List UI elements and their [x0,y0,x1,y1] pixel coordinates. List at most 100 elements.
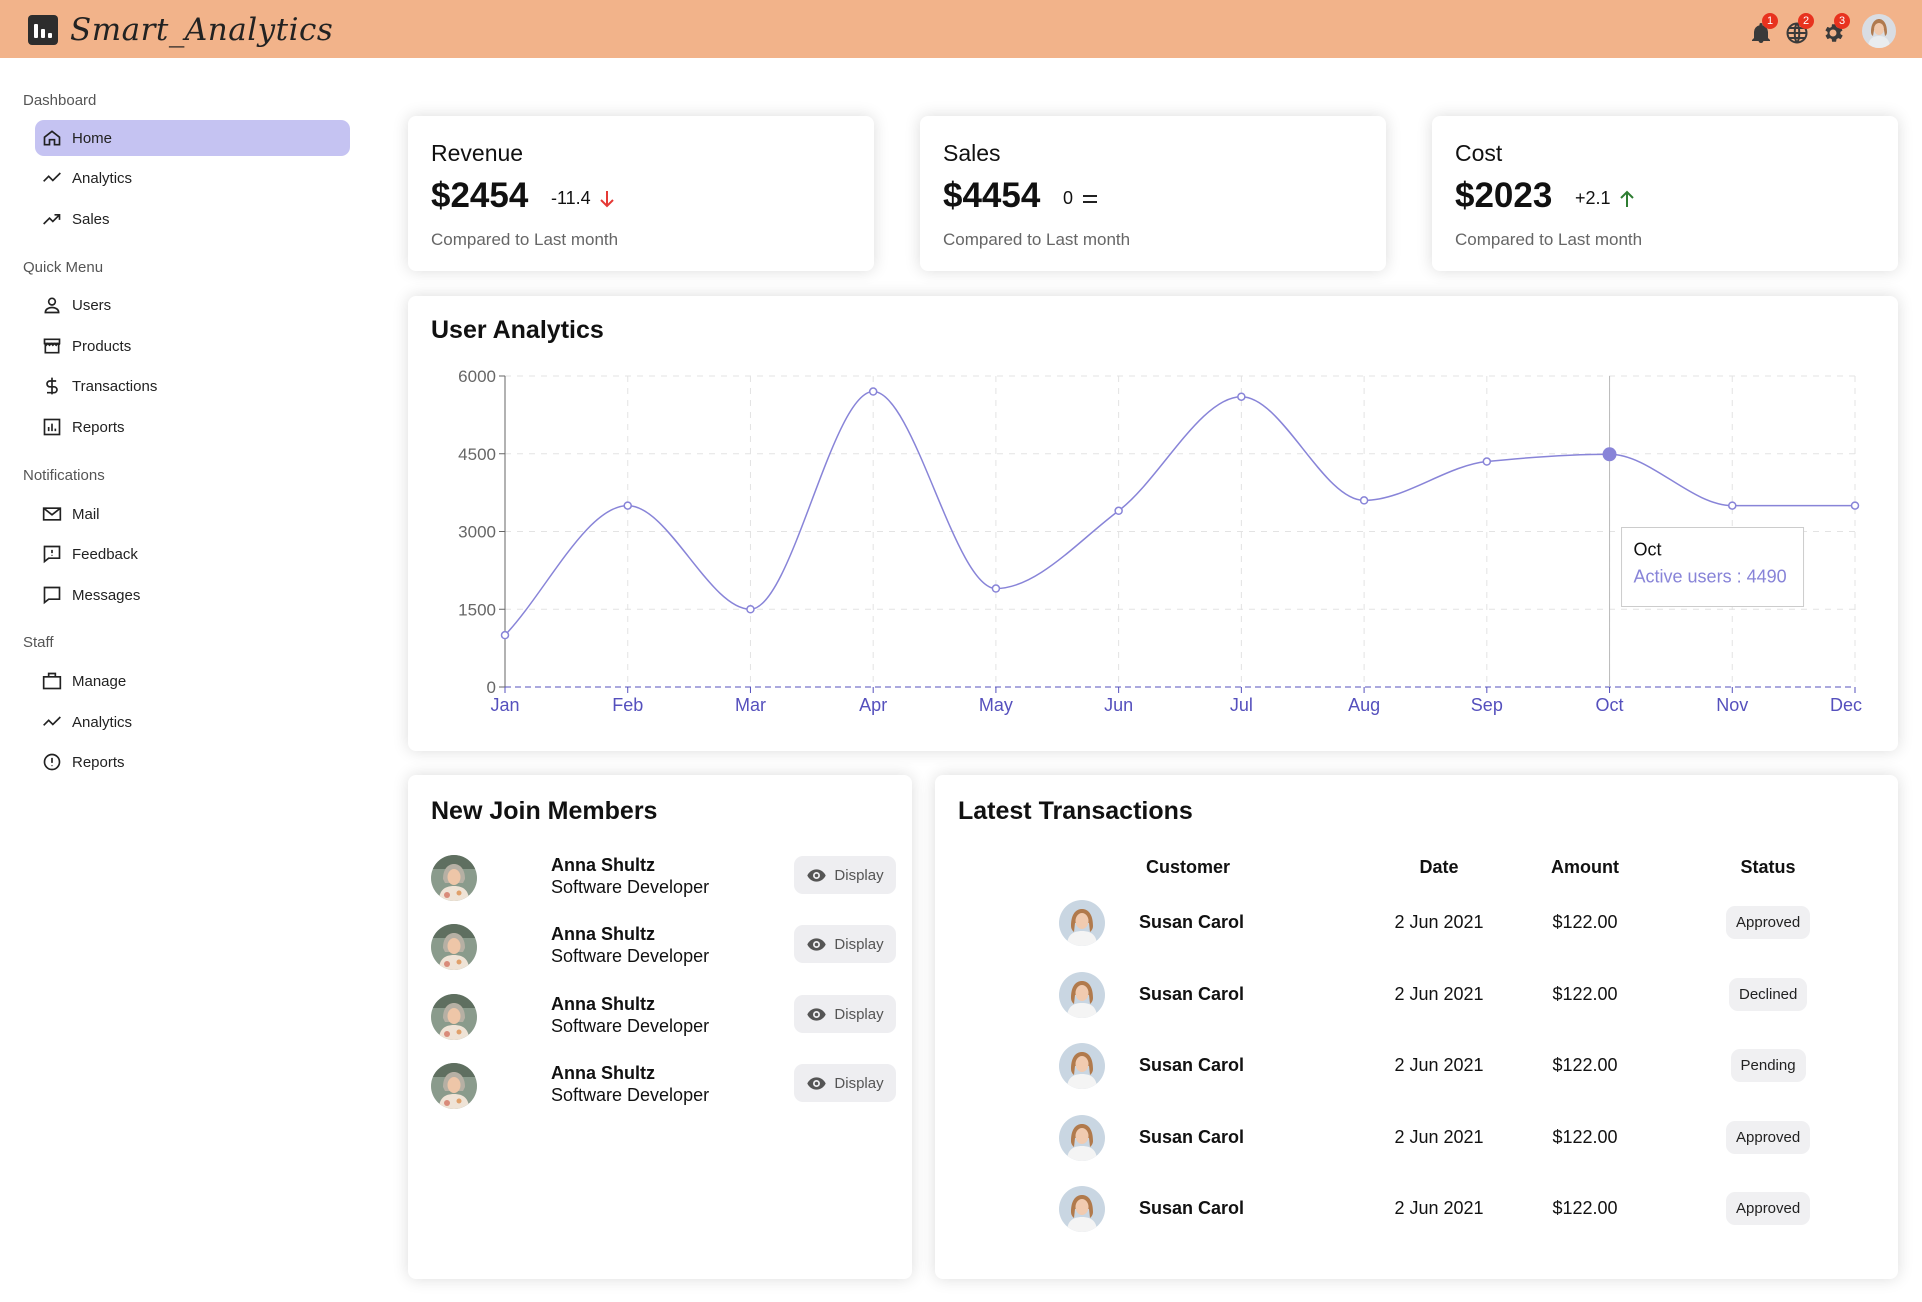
user-analytics-chart[interactable]: 01500300045006000Jan Feb Mar Apr May Jun Jul Au… [408,296,1898,751]
status-badge[interactable]: Approved [1726,1121,1811,1154]
kpi-value: $4454 [943,176,1041,215]
home-icon [43,130,61,146]
display-button[interactable]: Display [794,856,896,894]
transaction-amount: $122.00 [1552,1127,1618,1147]
alert-circle-icon [43,753,61,771]
data-point[interactable] [868,387,878,396]
store-icon [43,338,61,354]
display-button[interactable]: Display [794,1064,896,1102]
transaction-amount: $122.00 [1552,912,1618,932]
topbar: Smart_Analytics 1 2 3 [0,0,1922,58]
x-tick-label: Dec [1830,695,1862,715]
member-name: Anna Shultz [551,1063,655,1083]
bell-icon[interactable]: 1 [1748,13,1778,45]
notification-badge: 1 [1762,13,1778,29]
sidebar-item-products[interactable]: Products [35,328,350,364]
transaction-date: 2 Jun 2021 [1394,984,1484,1004]
transaction-date: 2 Jun 2021 [1394,1055,1484,1075]
avatar [431,924,477,970]
x-tick-label: Mar [735,695,766,715]
display-button[interactable]: Display [794,925,896,963]
eye-icon [807,1076,827,1090]
sidebar-item-label: Manage [72,672,127,690]
avatar[interactable] [1862,14,1896,48]
gear-icon[interactable]: 3 [1820,13,1850,45]
topbar-icons: 1 2 3 [1748,13,1896,48]
data-point[interactable] [500,630,510,640]
member-list-item: Anna Shultz Software Developer Display [431,1061,896,1111]
customer-name: Susan Carol [1139,912,1245,932]
data-point[interactable] [1482,457,1492,466]
data-point-active[interactable] [1602,447,1617,462]
sidebar-item-reports[interactable]: Reports [35,409,350,445]
notification-badge: 2 [1798,13,1814,29]
kpi-delta-value: 0 [1063,188,1074,208]
message-icon [43,586,61,605]
panel-title: New Join Members [431,797,658,825]
data-point[interactable] [1359,496,1369,505]
sidebar-item-label: Analytics [72,169,133,187]
transaction-amount: $122.00 [1552,984,1618,1004]
data-point[interactable] [991,584,1001,593]
data-point[interactable] [1237,392,1246,401]
sidebar-item-mail[interactable]: Mail [35,496,350,532]
sidebar-item-label: Analytics [72,713,133,731]
kpi-card-revenue: Revenue $2454 -11.4 Compared to Last mon… [408,116,874,271]
y-tick-label: 1500 [458,600,496,619]
customer-name: Susan Carol [1139,1127,1245,1147]
data-point[interactable] [746,605,755,614]
column-header-status: Status [1740,857,1796,877]
tooltip-value: Active users : 4490 [1634,567,1787,587]
globe-icon[interactable]: 2 [1784,13,1814,45]
logo-icon [28,15,58,45]
customer-name: Susan Carol [1139,984,1245,1004]
sidebar-item-transactions[interactable]: Transactions [35,368,350,404]
brand[interactable]: Smart_Analytics [28,12,333,48]
data-point[interactable] [623,501,632,510]
sidebar-item-sales[interactable]: Sales [35,201,350,237]
sidebar-item-analytics[interactable]: Analytics [35,160,350,196]
table-row: Susan Carol 2 Jun 2021 $122.00 Pending [935,1041,1900,1091]
member-role: Software Developer [551,946,710,966]
avatar [1059,1043,1105,1089]
x-tick-label: May [979,695,1013,715]
x-tick-label: Aug [1348,695,1380,715]
kpi-subtitle: Compared to Last month [431,230,619,249]
sidebar-item-users[interactable]: Users [35,287,350,323]
sidebar-item-home[interactable]: Home [35,120,350,156]
briefcase-icon [42,672,62,690]
sidebar-item-staff-analytics[interactable]: Analytics [35,704,350,740]
sidebar-item-label: Reports [72,418,125,436]
sidebar-item-feedback[interactable]: Feedback [35,536,350,572]
arrow-up-icon [1619,190,1634,207]
avatar [1059,900,1105,946]
transaction-amount: $122.00 [1552,1198,1618,1218]
member-role: Software Developer [551,1016,710,1036]
sidebar-section-title: Dashboard [23,92,97,109]
status-badge[interactable]: Declined [1729,978,1808,1011]
kpi-value: $2454 [431,176,529,215]
table-row: Susan Carol 2 Jun 2021 $122.00 Approved [935,1113,1900,1163]
display-button[interactable]: Display [794,995,896,1033]
status-badge[interactable]: Approved [1726,906,1811,939]
transactions-card: Latest Transactions Customer Date Amount… [935,775,1898,1279]
sidebar-item-manage[interactable]: Manage [35,663,350,699]
new-members-card: New Join Members Anna Shultz Software Dev… [408,775,912,1279]
y-tick-label: 4500 [458,445,496,464]
avatar [431,1063,477,1109]
status-badge[interactable]: Pending [1730,1049,1806,1082]
sidebar-section-title: Staff [23,634,54,651]
avatar [1059,1115,1105,1161]
sidebar-item-messages[interactable]: Messages [35,577,350,613]
kpi-value: $2023 [1455,176,1553,215]
kpi-card-cost: Cost $2023 +2.1 Compared to Last month [1432,116,1898,271]
sidebar-item-staff-reports[interactable]: Reports [35,744,350,780]
display-button-label: Display [834,935,884,953]
sidebar-item-label: Reports [72,753,125,771]
data-point[interactable] [1114,506,1123,516]
data-point[interactable] [1850,501,1860,510]
transaction-date: 2 Jun 2021 [1394,1198,1484,1218]
data-point[interactable] [1728,501,1737,510]
display-button-label: Display [834,1005,884,1023]
status-badge[interactable]: Approved [1726,1192,1811,1225]
